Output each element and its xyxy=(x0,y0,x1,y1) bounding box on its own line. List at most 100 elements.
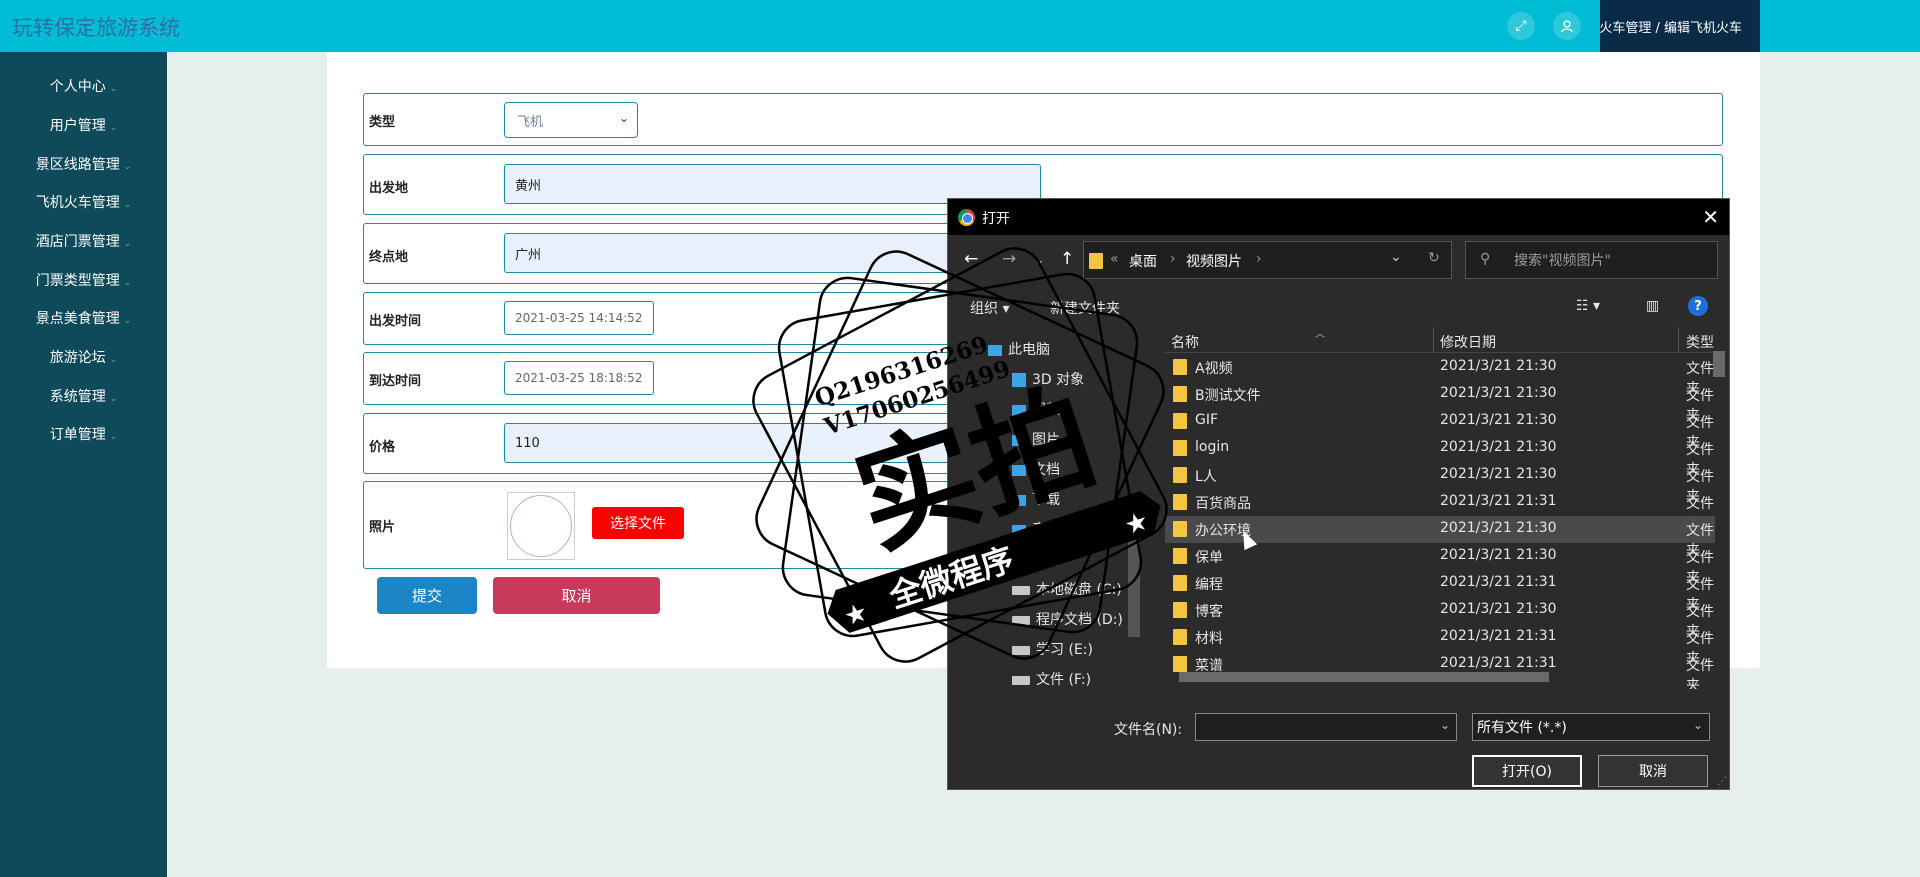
help-icon[interactable]: ? xyxy=(1688,296,1708,316)
sidebar-item-transport[interactable]: 飞机火车管理 ⌄ xyxy=(0,191,167,215)
nav-item-documents[interactable]: 文档 xyxy=(1012,459,1060,479)
back-arrow-icon[interactable]: ← xyxy=(964,249,978,269)
file-row[interactable]: B测试文件 2021/3/21 21:30 文件夹 xyxy=(1165,381,1715,424)
folder-icon xyxy=(1173,359,1187,375)
arrive-time-label: 到达时间 xyxy=(369,374,422,389)
chevron-down-icon: ⌄ xyxy=(109,394,118,404)
open-button[interactable]: 打开(O) xyxy=(1472,755,1582,787)
resize-grip-icon[interactable]: ⋰ xyxy=(1717,776,1727,787)
type-select[interactable]: 飞机 ⌄ xyxy=(504,102,638,138)
close-icon[interactable]: ✕ xyxy=(1702,205,1719,229)
breadcrumb-separator-icon: › xyxy=(1170,251,1176,267)
nav-item-3d-objects[interactable]: 3D 对象 xyxy=(1012,369,1084,389)
address-dropdown-icon[interactable]: ⌄ xyxy=(1390,249,1402,265)
chevron-down-icon: ⌄ xyxy=(123,162,132,172)
nav-item-this-pc[interactable]: 此电脑 xyxy=(988,339,1050,359)
nav-scrollbar[interactable] xyxy=(1124,327,1142,697)
nav-item-videos[interactable]: 视频 xyxy=(1012,399,1060,419)
sidebar-item-forum[interactable]: 旅游论坛 ⌄ xyxy=(0,346,167,370)
chevron-down-icon: ⌄ xyxy=(618,111,629,125)
file-row[interactable]: GIF 2021/3/21 21:30 文件夹 xyxy=(1165,408,1715,451)
dialog-cancel-button[interactable]: 取消 xyxy=(1598,755,1708,787)
picture-icon xyxy=(1012,434,1026,446)
filetype-value: 所有文件 (*.*) xyxy=(1477,720,1567,736)
sidebar-item-routes[interactable]: 景区线路管理 ⌄ xyxy=(0,153,167,177)
sidebar-item-users[interactable]: 用户管理 ⌄ xyxy=(0,114,167,138)
organize-menu[interactable]: 组织 ▾ xyxy=(970,298,1009,318)
dialog-footer: 文件名(N): ⌄ 所有文件 (*.*) ⌄ 打开(O) 取消 ⋰ xyxy=(948,689,1729,789)
choose-file-button[interactable]: 选择文件 xyxy=(592,507,684,539)
sidebar-item-label: 景区线路管理 xyxy=(35,157,120,173)
column-header-date[interactable]: 修改日期 xyxy=(1440,332,1496,352)
recent-chevron-icon[interactable]: ⌄ xyxy=(1034,253,1044,267)
search-input[interactable]: ⚲ 搜索"视频图片" xyxy=(1465,241,1718,279)
sidebar-item-food[interactable]: 景点美食管理 ⌄ xyxy=(0,307,167,331)
view-options-icon[interactable]: ☷ ▾ xyxy=(1576,298,1600,314)
sort-ascending-icon: ︿ xyxy=(1315,329,1325,340)
fullscreen-icon[interactable]: ⤢ xyxy=(1507,12,1535,40)
file-row[interactable]: 材料 2021/3/21 21:31 文件夹 xyxy=(1165,624,1715,667)
file-row[interactable]: 编程 2021/3/21 21:31 文件夹 xyxy=(1165,570,1715,613)
file-list-hscrollbar-thumb[interactable] xyxy=(1179,672,1549,682)
file-date: 2021/3/21 21:30 xyxy=(1440,520,1557,536)
destination-value: 广州 xyxy=(515,247,542,263)
nav-item-drive-f[interactable]: 文件 (F:) xyxy=(1012,669,1091,689)
nav-item-pictures[interactable]: 图片 xyxy=(1012,429,1060,449)
file-row[interactable]: A视频 2021/3/21 21:30 文件夹 xyxy=(1165,354,1715,397)
chevron-down-icon: ⌄ xyxy=(123,316,132,326)
nav-item-music[interactable]: 音乐 xyxy=(1012,519,1060,539)
submit-button[interactable]: 提交 xyxy=(377,577,477,614)
nav-item-drive-d[interactable]: 程序文档 (D:) xyxy=(1012,609,1123,629)
file-date: 2021/3/21 21:30 xyxy=(1440,601,1557,617)
filetype-select[interactable]: 所有文件 (*.*) ⌄ xyxy=(1472,713,1710,741)
address-seg-desktop[interactable]: 桌面 xyxy=(1129,251,1157,271)
sidebar-item-orders[interactable]: 订单管理 ⌄ xyxy=(0,423,167,447)
sidebar-item-system[interactable]: 系统管理 ⌄ xyxy=(0,385,167,409)
file-list-scrollbar[interactable] xyxy=(1709,327,1729,671)
column-divider[interactable] xyxy=(1678,327,1679,353)
file-row[interactable]: L人 2021/3/21 21:30 文件夹 xyxy=(1165,462,1715,505)
sidebar-item-ticket-types[interactable]: 门票类型管理 ⌄ xyxy=(0,269,167,293)
file-date: 2021/3/21 21:31 xyxy=(1440,574,1557,590)
file-row[interactable]: 博客 2021/3/21 21:30 文件夹 xyxy=(1165,597,1715,640)
sidebar: 个人中心 ⌄ 用户管理 ⌄ 景区线路管理 ⌄ 飞机火车管理 ⌄ 酒店门票管理 ⌄ 门票类型… xyxy=(0,52,167,877)
refresh-icon[interactable]: ↻ xyxy=(1428,250,1440,266)
sidebar-item-hotel-tickets[interactable]: 酒店门票管理 ⌄ xyxy=(0,230,167,254)
chevron-down-icon: ⌄ xyxy=(109,432,118,442)
column-header-name[interactable]: 名称 xyxy=(1171,332,1199,352)
document-icon xyxy=(1012,464,1026,476)
arrive-time-value: 2021-03-25 18:18:52 xyxy=(515,371,643,385)
chevron-down-icon[interactable]: ⌄ xyxy=(1440,718,1450,732)
column-divider[interactable] xyxy=(1433,327,1434,353)
file-date: 2021/3/21 21:30 xyxy=(1440,439,1557,455)
user-icon[interactable] xyxy=(1553,12,1581,40)
nav-item-drive-c[interactable]: 本地磁盘 (C:) xyxy=(1012,579,1122,599)
file-row[interactable]: 百货商品2021/3/21 21:31文件夹 xyxy=(1165,489,1715,532)
new-folder-button[interactable]: 新建文件夹 xyxy=(1050,298,1120,318)
origin-value: 黄州 xyxy=(515,178,542,194)
nav-scrollbar-thumb[interactable] xyxy=(1128,497,1140,637)
sidebar-item-personal[interactable]: 个人中心 ⌄ xyxy=(0,75,167,99)
nav-item-label: 文档 xyxy=(1032,462,1060,478)
forward-arrow-icon[interactable]: → xyxy=(1002,249,1016,269)
file-row[interactable]: login 2021/3/21 21:30 文件夹 xyxy=(1165,435,1715,478)
preview-pane-icon[interactable]: ▥ xyxy=(1646,298,1659,314)
nav-item-downloads[interactable]: 下载 xyxy=(1012,489,1060,509)
address-seg-folder[interactable]: 视频图片 xyxy=(1186,251,1242,271)
nav-item-label: 视频 xyxy=(1032,402,1060,418)
nav-item-desktop[interactable]: 桌面 xyxy=(1012,549,1060,569)
folder-icon xyxy=(1173,386,1187,402)
cancel-button[interactable]: 取消 xyxy=(493,577,660,614)
chevron-down-icon: ⌄ xyxy=(123,200,132,210)
filename-input[interactable]: ⌄ xyxy=(1195,713,1457,741)
search-placeholder: 搜索"视频图片" xyxy=(1514,253,1611,269)
nav-item-drive-e[interactable]: 学习 (E:) xyxy=(1012,639,1093,659)
address-bar[interactable]: « 桌面 › 视频图片 › ⌄ ↻ xyxy=(1083,241,1452,279)
depart-time-input[interactable]: 2021-03-25 14:14:52 xyxy=(504,301,654,335)
file-open-dialog: 打开 ✕ ← → ⌄ ↑ « 桌面 › 视频图片 › ⌄ ↻ ⚲ 搜索"视频图片… xyxy=(947,198,1730,790)
arrive-time-input[interactable]: 2021-03-25 18:18:52 xyxy=(504,361,654,395)
file-list-hscrollbar[interactable] xyxy=(1165,668,1717,686)
file-list-scrollbar-thumb[interactable] xyxy=(1713,351,1725,377)
up-arrow-icon[interactable]: ↑ xyxy=(1060,249,1074,269)
computer-icon xyxy=(988,344,1002,356)
